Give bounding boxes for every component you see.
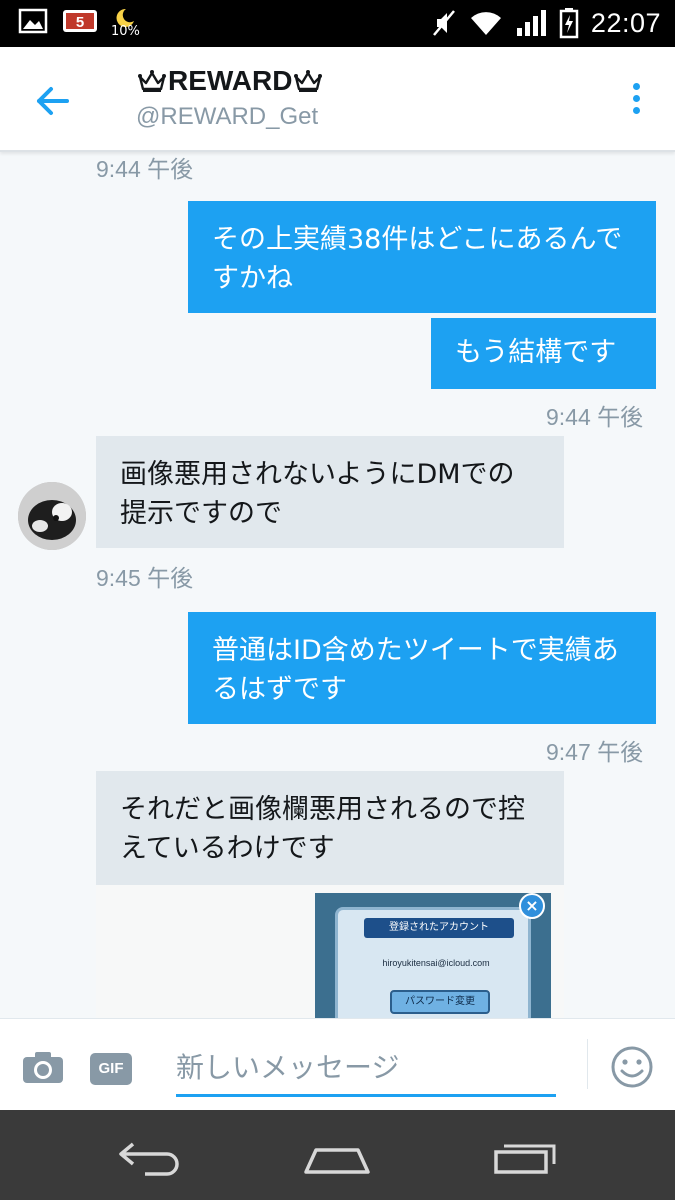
message-timestamp: 9:44 午後 (546, 404, 644, 430)
emoji-icon[interactable] (610, 1045, 654, 1089)
attachment-email: hiroyukitensai@icloud.com (382, 958, 490, 968)
wifi-icon (470, 12, 501, 35)
header-title-block[interactable]: REWARD @REWARD_Get (136, 65, 324, 131)
crown-icon (138, 70, 166, 92)
clock: 22:07 (590, 7, 661, 38)
conversation-header: REWARD @REWARD_Get (0, 47, 675, 152)
attachment-screenshot: 登録されたアカウント hiroyukitensai@icloud.com パスワ… (315, 893, 551, 1018)
attachment-password-button: パスワード変更 (390, 990, 490, 1014)
close-icon: × (519, 893, 545, 919)
battery-charging-icon (559, 8, 579, 39)
attachment-dialog-title: 登録されたアカウント (364, 918, 514, 938)
gallery-icon (18, 8, 48, 34)
image-attachment[interactable]: 登録されたアカウント hiroyukitensai@icloud.com パスワ… (96, 885, 564, 1018)
crown-icon (294, 70, 323, 92)
back-arrow-icon[interactable] (33, 81, 73, 121)
incoming-message[interactable]: それだと画像欄悪用されるので控えているわけです (96, 771, 564, 885)
avatar-image (18, 482, 86, 550)
message-composer: GIF (0, 1018, 675, 1110)
message-timestamp: 9:44 午後 (96, 156, 194, 182)
message-timestamp: 9:45 午後 (96, 565, 194, 591)
battery-percent: 10% (111, 24, 140, 39)
mute-icon (432, 10, 455, 36)
gif-button[interactable]: GIF (90, 1053, 132, 1085)
conversation-handle: @REWARD_Get (136, 103, 319, 130)
conversation-title: REWARD (136, 65, 324, 97)
overflow-menu-icon[interactable] (631, 83, 641, 117)
outgoing-message[interactable]: 普通はID含めたツイートで実績あるはずです (188, 612, 656, 724)
svg-text:5: 5 (76, 14, 84, 31)
signal-icon (516, 10, 546, 36)
conversation-name: REWARD (168, 65, 293, 96)
message-timestamp: 9:47 午後 (546, 739, 644, 765)
composer-divider (587, 1039, 588, 1089)
attachment-dialog: 登録されたアカウント hiroyukitensai@icloud.com パスワ… (335, 907, 531, 1018)
camera-icon[interactable] (21, 1049, 65, 1085)
avatar[interactable] (18, 482, 86, 550)
incoming-message[interactable]: 画像悪用されないようにDMでの提示ですので (96, 436, 564, 548)
storage-app-icon: 5 (63, 10, 97, 32)
outgoing-message[interactable]: もう結構です (431, 318, 656, 389)
recent-apps-icon[interactable] (490, 1134, 560, 1178)
home-nav-icon[interactable] (302, 1134, 372, 1178)
navigation-bar (0, 1110, 675, 1200)
back-nav-icon[interactable] (115, 1134, 185, 1178)
dm-screen: 5 10% 22:07 REWARD @REWARD_Get 9:44 午後 そ… (0, 0, 675, 1200)
status-right: 22:07 (431, 7, 661, 39)
message-list[interactable]: 9:44 午後 その上実績38件はどこにあるんですかね もう結構です 9:44 … (0, 152, 675, 1018)
outgoing-message[interactable]: その上実績38件はどこにあるんですかね (188, 201, 656, 313)
status-bar: 5 10% 22:07 (0, 0, 675, 47)
message-input[interactable] (176, 1041, 556, 1097)
